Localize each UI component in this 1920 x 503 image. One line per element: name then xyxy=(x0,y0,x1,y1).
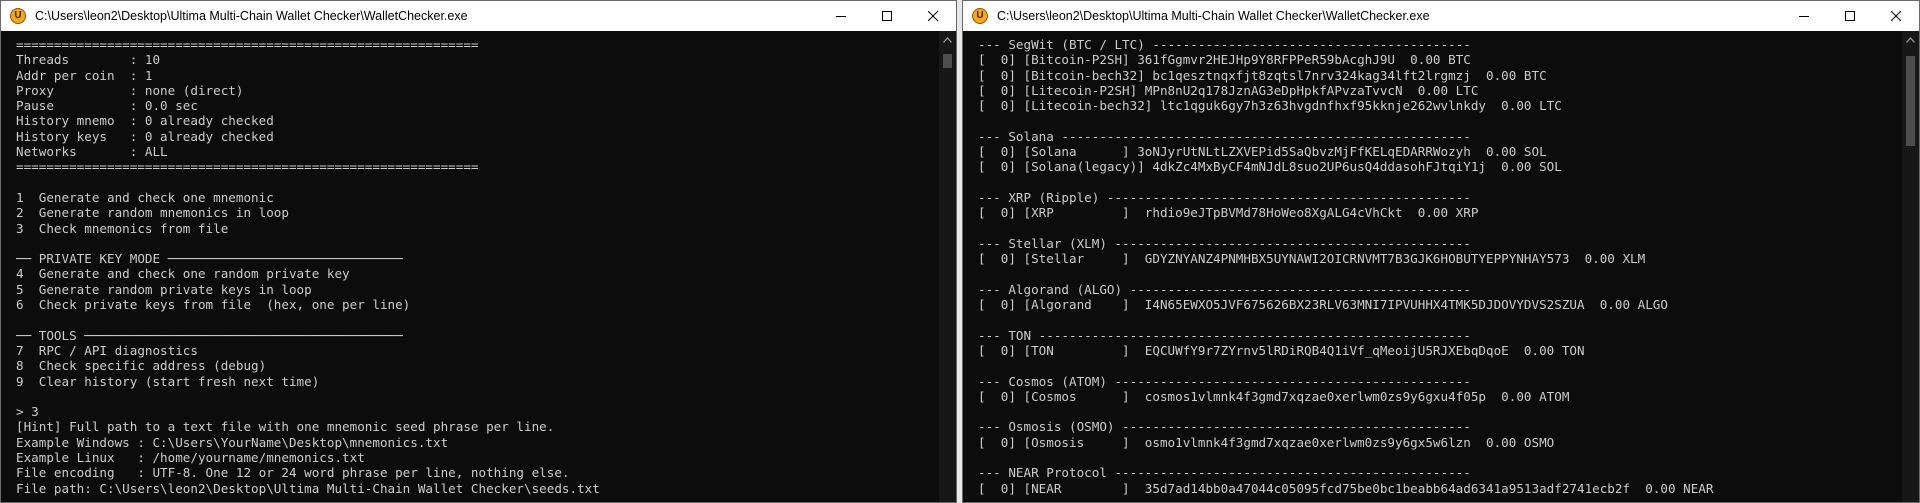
console-line: > 3 xyxy=(16,404,39,420)
console-line: --- Solana -----------------------------… xyxy=(978,128,1471,144)
console-line: Networks : ALL xyxy=(16,144,168,160)
scroll-thumb[interactable] xyxy=(943,54,952,68)
console-line: 5 Generate random private keys in loop xyxy=(16,281,312,297)
close-icon xyxy=(928,11,938,21)
console-line: Proxy : none (direct) xyxy=(16,82,244,98)
console-line xyxy=(16,236,938,251)
console-line: 3 Check mnemonics from file xyxy=(16,220,229,236)
console-line xyxy=(978,450,1901,465)
console-line: ── PRIVATE KEY MODE ────────────────────… xyxy=(16,251,403,267)
console-window-left: U C:\Users\leon2\Desktop\Ultima Multi-Ch… xyxy=(0,0,957,503)
console-line: Pause : 0.0 sec xyxy=(16,98,198,114)
close-button[interactable] xyxy=(1873,1,1919,31)
console-output[interactable]: ========================================… xyxy=(1,31,938,502)
maximize-icon xyxy=(1845,11,1855,21)
console-line: [Hint] Full path to a text file with one… xyxy=(16,419,555,435)
console-line: [ 0] [Litecoin-bech32] ltc1qguk6gy7h3z63… xyxy=(978,98,1562,114)
scroll-up-button[interactable] xyxy=(1902,31,1919,48)
console-line xyxy=(16,389,938,404)
minimize-button[interactable] xyxy=(1781,1,1827,31)
console-line: [ 0] [Litecoin-P2SH] MPn8nU2q178JznAG3eD… xyxy=(978,82,1479,98)
console-line: 1 Generate and check one mnemonic xyxy=(16,189,274,205)
title-bar[interactable]: U C:\Users\leon2\Desktop\Ultima Multi-Ch… xyxy=(1,1,956,31)
console-line: Threads : 10 xyxy=(16,52,161,68)
console-line: File encoding : UTF-8. One 12 or 24 word… xyxy=(16,465,570,481)
console-line: [ 0] [Solana(legacy)] 4dkZc4MxByCF4mNJdL… xyxy=(978,159,1562,175)
console-line: [ 0] [Bitcoin-bech32] bc1qesztnqxfjt8zqt… xyxy=(978,67,1547,83)
console-line: 2 Generate random mnemonics in loop xyxy=(16,205,289,221)
console-line: --- Osmosis (OSMO) ---------------------… xyxy=(978,419,1471,435)
console-line: --- SegWit (BTC / LTC) -----------------… xyxy=(978,37,1471,52)
window-title: C:\Users\leon2\Desktop\Ultima Multi-Chai… xyxy=(35,9,468,23)
console-line: ========================================… xyxy=(16,37,479,52)
console-line xyxy=(978,221,1901,236)
console-line xyxy=(978,358,1901,373)
console-line xyxy=(978,113,1901,128)
console-line xyxy=(16,312,938,327)
console-line: Example Windows : C:\Users\YourName\Desk… xyxy=(16,434,449,450)
chevron-up-icon xyxy=(943,36,952,43)
console-line xyxy=(978,175,1901,190)
console-line: [ 0] [Stellar ] GDYZNYANZ4PNMHBX5UYNAWI2… xyxy=(978,251,1646,267)
console-line: --- NEAR Protocol ----------------------… xyxy=(978,465,1471,481)
console-line: --- Cosmos (ATOM) ----------------------… xyxy=(978,373,1471,389)
maximize-button[interactable] xyxy=(1827,1,1873,31)
window-title: C:\Users\leon2\Desktop\Ultima Multi-Chai… xyxy=(997,9,1430,23)
close-icon xyxy=(1891,11,1901,21)
minimize-button[interactable] xyxy=(818,1,864,31)
console-line: [ 0] [Solana ] 3oNJyrUtNLtLZXVEPid5SaQbv… xyxy=(978,144,1547,160)
console-line: [ 0] [Osmosis ] osmo1vlmnk4f3gmd7xqzae0x… xyxy=(978,434,1555,450)
minimize-icon xyxy=(836,16,846,17)
console-line: Addr per coin : 1 xyxy=(16,67,153,83)
console-line: History mnemo : 0 already checked xyxy=(16,113,274,129)
console-output[interactable]: --- SegWit (BTC / LTC) -----------------… xyxy=(963,31,1901,502)
console-line: Example Linux : /home/yourname/mnemonics… xyxy=(16,450,365,466)
console-line: --- TON --------------------------------… xyxy=(978,327,1471,343)
close-button[interactable] xyxy=(910,1,956,31)
chevron-up-icon xyxy=(1906,36,1915,43)
console-line: 8 Check specific address (debug) xyxy=(16,358,267,374)
console-line: History keys : 0 already checked xyxy=(16,128,274,144)
app-icon: U xyxy=(972,8,988,24)
console-line xyxy=(16,175,938,190)
console-line: 6 Check private keys from file (hex, one… xyxy=(16,297,411,313)
console-line xyxy=(978,404,1901,419)
console-line: ========================================… xyxy=(16,159,479,175)
app-icon: U xyxy=(10,8,26,24)
console-line: ── TOOLS ───────────────────────────────… xyxy=(16,327,403,343)
maximize-button[interactable] xyxy=(864,1,910,31)
vertical-scrollbar[interactable] xyxy=(939,31,956,502)
console-line xyxy=(978,266,1901,281)
title-bar[interactable]: U C:\Users\leon2\Desktop\Ultima Multi-Ch… xyxy=(963,1,1919,31)
console-line: --- XRP (Ripple) -----------------------… xyxy=(978,189,1471,205)
vertical-scrollbar[interactable] xyxy=(1902,31,1919,502)
console-window-right: U C:\Users\leon2\Desktop\Ultima Multi-Ch… xyxy=(962,0,1920,503)
console-line: [ 0] [Cosmos ] cosmos1vlmnk4f3gmd7xqzae0… xyxy=(978,388,1570,404)
console-line xyxy=(978,312,1901,327)
minimize-icon xyxy=(1799,16,1809,17)
console-line: [ 0] [Algorand ] I4N65EWXO5JVF675626BX23… xyxy=(978,297,1668,313)
console-line: [ 0] [TON ] EQCUWfY9r7ZYrnv5lRDiRQB4Q1iV… xyxy=(978,342,1585,358)
console-line: [ 0] [Bitcoin-P2SH] 361fGgmvr2HEJHp9Y8RF… xyxy=(978,52,1471,68)
scroll-thumb[interactable] xyxy=(1906,56,1915,146)
console-line: 4 Generate and check one random private … xyxy=(16,266,350,282)
console-line: [ 0] [XRP ] rhdio9eJTpBVMd78HoWeo8XgALG4… xyxy=(978,205,1479,221)
maximize-icon xyxy=(882,11,892,21)
console-line: File path: C:\Users\leon2\Desktop\Ultima… xyxy=(16,480,600,496)
console-line: 7 RPC / API diagnostics xyxy=(16,342,198,358)
console-line: --- Stellar (XLM) ----------------------… xyxy=(978,235,1471,251)
scroll-up-button[interactable] xyxy=(939,31,956,48)
console-line: --- Algorand (ALGO) --------------------… xyxy=(978,281,1471,297)
console-line: 9 Clear history (start fresh next time) xyxy=(16,373,320,389)
console-line: [ 0] [NEAR ] 35d7ad14bb0a47044c05095fcd7… xyxy=(978,480,1714,496)
